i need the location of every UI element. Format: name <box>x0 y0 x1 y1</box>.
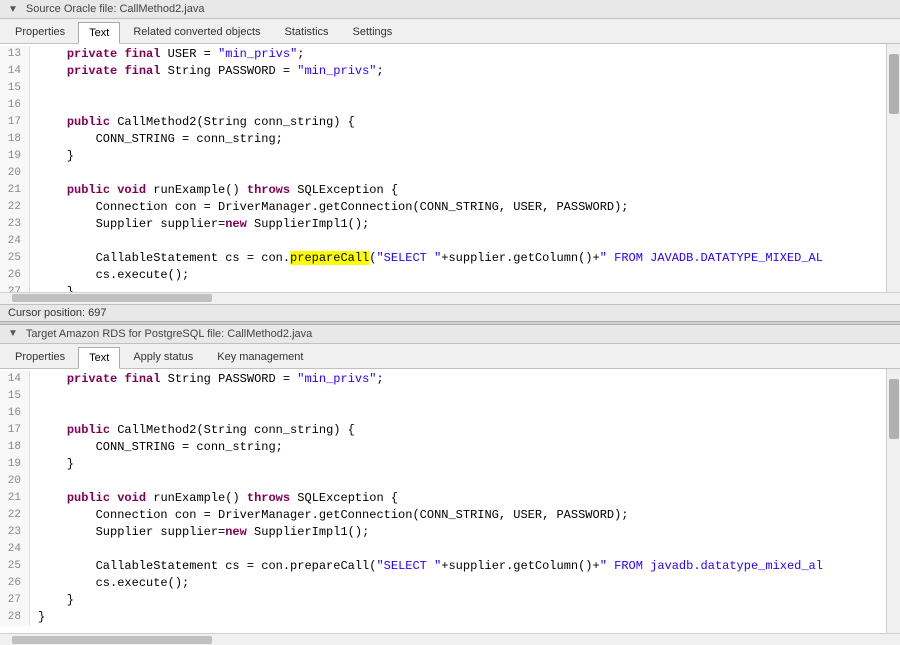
table-row: 24 <box>0 233 886 250</box>
table-row: 18 CONN_STRING = conn_string; <box>0 439 886 456</box>
bottom-scrollbar-horizontal[interactable] <box>0 633 900 645</box>
tab-statistics-top[interactable]: Statistics <box>274 21 340 43</box>
bottom-panel-header: ▼ Target Amazon RDS for PostgreSQL file:… <box>0 325 900 344</box>
table-row: 22 Connection con = DriverManager.getCon… <box>0 199 886 216</box>
table-row: 23 Supplier supplier=new SupplierImpl1()… <box>0 216 886 233</box>
table-row: 15 <box>0 388 886 405</box>
top-scrollbar-vertical[interactable] <box>886 44 900 292</box>
table-row: 25 CallableStatement cs = con.prepareCal… <box>0 250 886 267</box>
table-row: 27 } <box>0 592 886 609</box>
top-code-area: 13 private final USER = "min_privs"; 14 … <box>0 44 900 292</box>
collapse-icon-top[interactable]: ▼ <box>8 4 18 15</box>
bottom-panel-title: Target Amazon RDS for PostgreSQL file: C… <box>26 328 312 340</box>
tab-text-top[interactable]: Text <box>78 22 120 44</box>
top-code-scroll[interactable]: 13 private final USER = "min_privs"; 14 … <box>0 44 886 292</box>
table-row: 20 <box>0 473 886 490</box>
top-status-bar: Cursor position: 697 <box>0 304 900 321</box>
bottom-tabs-bar: Properties Text Apply status Key managem… <box>0 344 900 369</box>
tab-apply-status[interactable]: Apply status <box>122 346 204 368</box>
top-tabs-bar: Properties Text Related converted object… <box>0 19 900 44</box>
bottom-code-lines: 14 private final String PASSWORD = "min_… <box>0 369 886 628</box>
tab-related-top[interactable]: Related converted objects <box>122 21 271 43</box>
table-row: 16 <box>0 405 886 422</box>
bottom-code-scroll[interactable]: 14 private final String PASSWORD = "min_… <box>0 369 886 634</box>
top-hscroll-thumb[interactable] <box>12 294 212 302</box>
table-row: 25 CallableStatement cs = con.prepareCal… <box>0 558 886 575</box>
table-row: 16 <box>0 97 886 114</box>
tab-properties-bottom[interactable]: Properties <box>4 346 76 368</box>
bottom-scroll-thumb[interactable] <box>889 379 899 439</box>
top-code-lines: 13 private final USER = "min_privs"; 14 … <box>0 44 886 292</box>
tab-properties-top[interactable]: Properties <box>4 21 76 43</box>
table-row: 24 <box>0 541 886 558</box>
table-row: 21 public void runExample() throws SQLEx… <box>0 490 886 507</box>
bottom-panel: ▼ Target Amazon RDS for PostgreSQL file:… <box>0 325 900 645</box>
tab-text-bottom[interactable]: Text <box>78 347 120 369</box>
top-panel-header: ▼ Source Oracle file: CallMethod2.java <box>0 0 900 19</box>
table-row: 28 } <box>0 609 886 626</box>
tab-settings-top[interactable]: Settings <box>342 21 404 43</box>
table-row: 19 } <box>0 148 886 165</box>
table-row: 26 cs.execute(); <box>0 575 886 592</box>
table-row: 23 Supplier supplier=new SupplierImpl1()… <box>0 524 886 541</box>
bottom-hscroll-thumb[interactable] <box>12 636 212 644</box>
table-row: 20 <box>0 165 886 182</box>
table-row: 14 private final String PASSWORD = "min_… <box>0 371 886 388</box>
top-panel: ▼ Source Oracle file: CallMethod2.java P… <box>0 0 900 321</box>
top-scrollbar-horizontal[interactable] <box>0 292 900 304</box>
cursor-position: Cursor position: 697 <box>8 307 106 319</box>
top-panel-title: Source Oracle file: CallMethod2.java <box>26 3 205 15</box>
table-row: 17 public CallMethod2(String conn_string… <box>0 422 886 439</box>
table-row: 26 cs.execute(); <box>0 267 886 284</box>
bottom-scrollbar-vertical[interactable] <box>886 369 900 634</box>
table-row: 19 } <box>0 456 886 473</box>
table-row: 17 public CallMethod2(String conn_string… <box>0 114 886 131</box>
table-row: 14 private final String PASSWORD = "min_… <box>0 63 886 80</box>
table-row: 22 Connection con = DriverManager.getCon… <box>0 507 886 524</box>
top-scroll-thumb[interactable] <box>889 54 899 114</box>
table-row: 27 } <box>0 284 886 292</box>
table-row: 18 CONN_STRING = conn_string; <box>0 131 886 148</box>
bottom-code-area: 14 private final String PASSWORD = "min_… <box>0 369 900 634</box>
table-row: 15 <box>0 80 886 97</box>
table-row: 21 public void runExample() throws SQLEx… <box>0 182 886 199</box>
table-row: 13 private final USER = "min_privs"; <box>0 46 886 63</box>
collapse-icon-bottom[interactable]: ▼ <box>8 328 18 339</box>
tab-key-management[interactable]: Key management <box>206 346 314 368</box>
